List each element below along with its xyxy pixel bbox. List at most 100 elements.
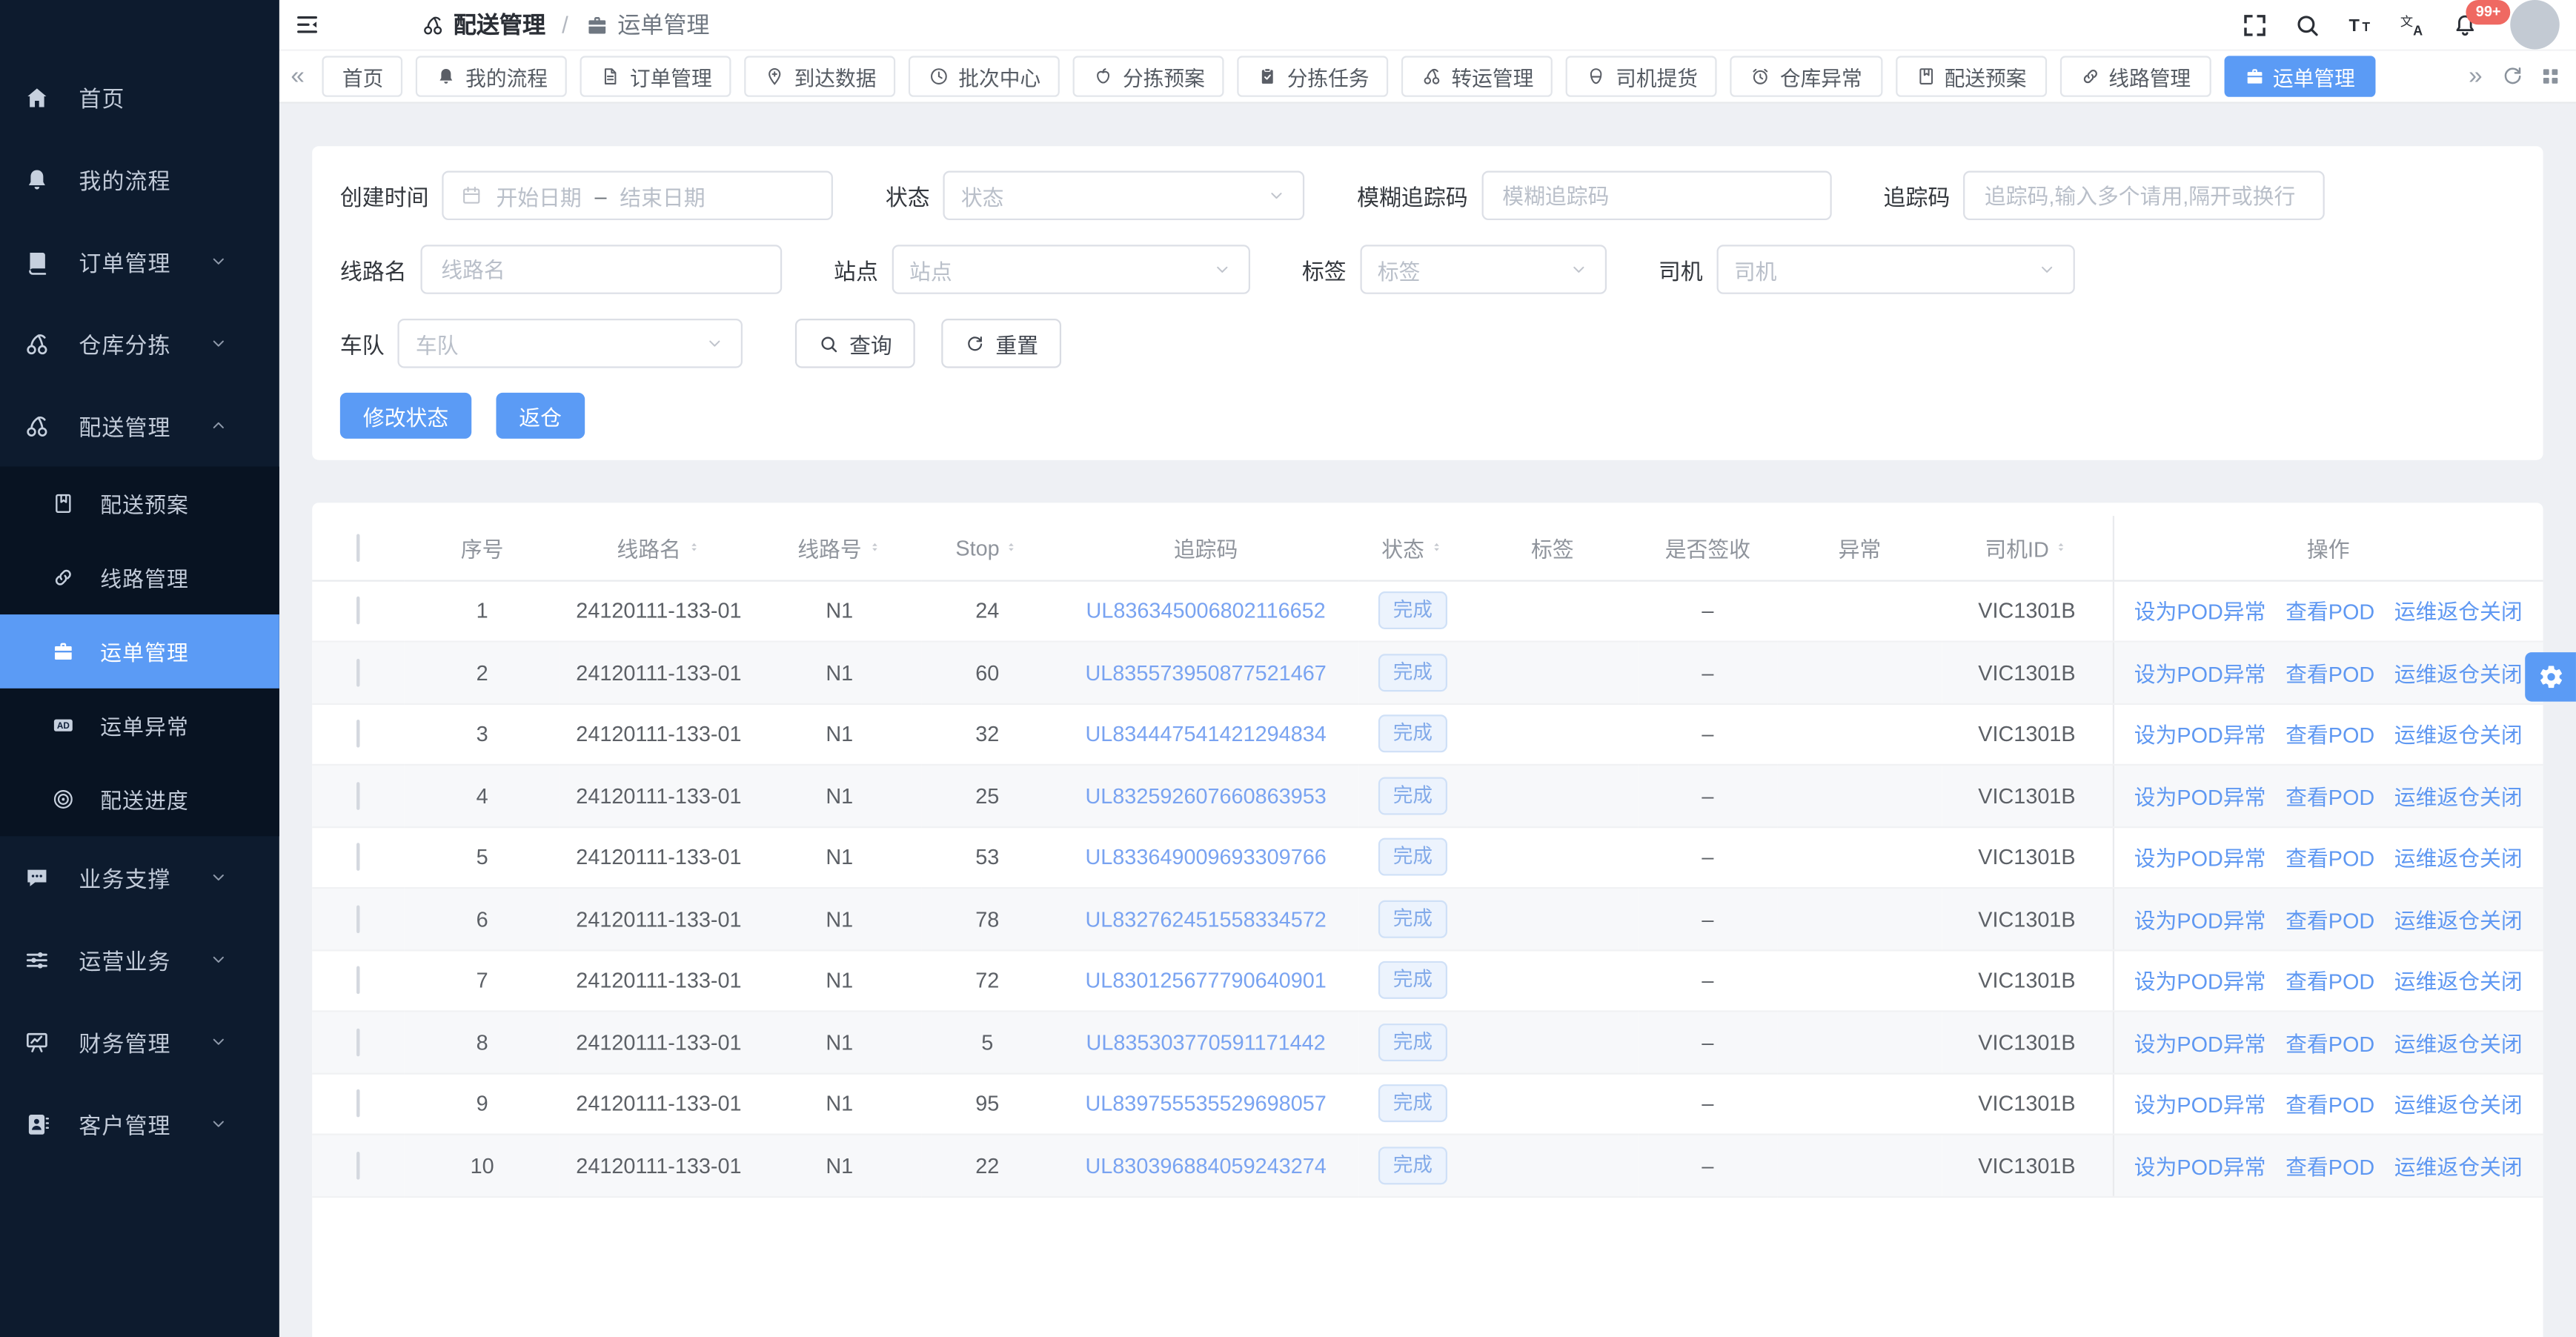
status-select[interactable]: 状态 [943, 171, 1304, 221]
ops-return-close-link[interactable]: 运维返仓关闭 [2394, 785, 2523, 809]
ops-return-close-link[interactable]: 运维返仓关闭 [2394, 846, 2523, 871]
refresh-tabs-icon[interactable] [2500, 64, 2525, 88]
tracking-link[interactable]: UL835573950877521467 [1085, 660, 1326, 685]
set-pod-exception-link[interactable]: 设为POD异常 [2134, 1155, 2266, 1179]
sidebar-item-warehouse-sorting[interactable]: 仓库分拣 [0, 302, 279, 385]
set-pod-exception-link[interactable]: 设为POD异常 [2134, 785, 2266, 809]
view-pod-link[interactable]: 查看POD [2285, 723, 2374, 748]
view-pod-link[interactable]: 查看POD [2285, 600, 2374, 625]
row-checkbox[interactable] [356, 843, 359, 872]
set-pod-exception-link[interactable]: 设为POD异常 [2134, 846, 2266, 871]
set-pod-exception-link[interactable]: 设为POD异常 [2134, 908, 2266, 932]
avatar[interactable] [2510, 0, 2560, 50]
tab-my-flows[interactable]: 我的流程 [416, 56, 568, 96]
tag-select[interactable]: 标签 [1359, 245, 1606, 294]
view-pod-link[interactable]: 查看POD [2285, 908, 2374, 932]
table-settings-button[interactable] [2525, 652, 2576, 702]
tracking-link[interactable]: UL836345006802116652 [1086, 598, 1326, 623]
sidebar-item-business-support[interactable]: 业务支撑 [0, 836, 279, 918]
ops-return-close-link[interactable]: 运维返仓关闭 [2394, 1032, 2523, 1056]
column-header-stop[interactable]: Stop [922, 516, 1053, 580]
view-pod-link[interactable]: 查看POD [2285, 969, 2374, 994]
row-checkbox[interactable] [356, 720, 359, 749]
ops-return-close-link[interactable]: 运维返仓关闭 [2394, 600, 2523, 625]
tracking-link[interactable]: UL830125677790640901 [1085, 968, 1326, 992]
tab-sorting-task[interactable]: 分拣任务 [1238, 56, 1389, 96]
breadcrumb-section[interactable]: 配送管理 [421, 8, 545, 41]
tracking-link[interactable]: UL833649009693309766 [1085, 845, 1326, 869]
sidebar-item-waybill-management[interactable]: 运单管理 [0, 614, 279, 689]
tab-arrival-data[interactable]: 到达数据 [745, 56, 896, 96]
sidebar-item-finance-management[interactable]: 财务管理 [0, 1001, 279, 1083]
reset-button[interactable]: 重置 [941, 319, 1061, 368]
search-button[interactable]: 查询 [795, 319, 915, 368]
tab-batch-center[interactable]: 批次中心 [909, 56, 1060, 96]
view-pod-link[interactable]: 查看POD [2285, 1155, 2374, 1179]
station-select[interactable]: 站点 [892, 245, 1249, 294]
tabs-scroll-right-icon[interactable]: » [2463, 64, 2487, 88]
set-pod-exception-link[interactable]: 设为POD异常 [2134, 1032, 2266, 1056]
view-pod-link[interactable]: 查看POD [2285, 846, 2374, 871]
tracking-input[interactable] [1981, 182, 2306, 210]
row-checkbox[interactable] [356, 966, 359, 995]
row-checkbox[interactable] [356, 905, 359, 933]
sidebar-item-order-management[interactable]: 订单管理 [0, 220, 279, 302]
column-header-route_no[interactable]: 线路号 [757, 516, 922, 580]
return-warehouse-button[interactable]: 返仓 [496, 393, 585, 439]
sidebar-item-home[interactable]: 首页 [0, 56, 279, 138]
set-pod-exception-link[interactable]: 设为POD异常 [2134, 723, 2266, 748]
tab-delivery-plan[interactable]: 配送预案 [1895, 56, 2046, 96]
set-pod-exception-link[interactable]: 设为POD异常 [2134, 969, 2266, 994]
date-range-input[interactable]: 开始日期 – 结束日期 [442, 171, 833, 221]
ops-return-close-link[interactable]: 运维返仓关闭 [2394, 662, 2523, 686]
select-all-checkbox[interactable] [356, 534, 359, 562]
tracking-link[interactable]: UL832592607660863953 [1085, 783, 1326, 808]
translate-icon[interactable]: 文A [2399, 10, 2427, 39]
row-checkbox[interactable] [356, 1089, 359, 1118]
tracking-link[interactable]: UL839755535529698057 [1085, 1092, 1326, 1116]
view-pod-link[interactable]: 查看POD [2285, 1032, 2374, 1056]
sidebar-item-customer-management[interactable]: 客户管理 [0, 1083, 279, 1165]
tab-warehouse-exception[interactable]: 仓库异常 [1730, 56, 1882, 96]
sidebar-item-delivery-plan[interactable]: 配送预案 [0, 467, 279, 541]
set-pod-exception-link[interactable]: 设为POD异常 [2134, 1093, 2266, 1118]
modify-status-button[interactable]: 修改状态 [340, 393, 471, 439]
fuzzy-tracking-input[interactable] [1499, 182, 1813, 210]
tab-order-management[interactable]: 订单管理 [580, 56, 731, 96]
row-checkbox[interactable] [356, 658, 359, 686]
ops-return-close-link[interactable]: 运维返仓关闭 [2394, 1093, 2523, 1118]
driver-select[interactable]: 司机 [1716, 245, 2074, 294]
tab-sorting-plan[interactable]: 分拣预案 [1074, 56, 1225, 96]
sidebar-item-operation-business[interactable]: 运营业务 [0, 918, 279, 1001]
set-pod-exception-link[interactable]: 设为POD异常 [2134, 662, 2266, 686]
tabs-scroll-left-icon[interactable]: « [286, 64, 310, 88]
tab-grid-icon[interactable] [2538, 64, 2563, 88]
fleet-select[interactable]: 车队 [397, 319, 743, 368]
fullscreen-icon[interactable] [2241, 10, 2269, 39]
tracking-link[interactable]: UL835303770591171442 [1086, 1029, 1326, 1054]
set-pod-exception-link[interactable]: 设为POD异常 [2134, 600, 2266, 625]
menu-fold-icon[interactable] [289, 7, 325, 43]
font-size-icon[interactable]: TT [2346, 10, 2374, 39]
sidebar-item-waybill-exception[interactable]: AD运单异常 [0, 689, 279, 763]
tab-home[interactable]: 首页 [322, 56, 403, 96]
tracking-link[interactable]: UL832762451558334572 [1085, 906, 1326, 931]
column-header-driver_id[interactable]: 司机ID [1942, 516, 2113, 580]
ops-return-close-link[interactable]: 运维返仓关闭 [2394, 1155, 2523, 1179]
sidebar-item-delivery-progress[interactable]: 配送进度 [0, 763, 279, 837]
ops-return-close-link[interactable]: 运维返仓关闭 [2394, 723, 2523, 748]
tab-driver-pickup[interactable]: 司机提货 [1567, 56, 1718, 96]
row-checkbox[interactable] [356, 597, 359, 625]
tracking-link[interactable]: UL834447541421294834 [1085, 722, 1326, 746]
column-header-route_name[interactable]: 线路名 [560, 516, 757, 580]
ops-return-close-link[interactable]: 运维返仓关闭 [2394, 908, 2523, 932]
view-pod-link[interactable]: 查看POD [2285, 662, 2374, 686]
route-name-input[interactable] [438, 256, 763, 284]
search-icon[interactable] [2294, 10, 2322, 39]
sidebar-item-my-flows[interactable]: 我的流程 [0, 138, 279, 220]
column-header-checkbox[interactable] [312, 516, 404, 580]
tracking-link[interactable]: UL830396884059243274 [1085, 1153, 1326, 1178]
notifications-bell-icon[interactable]: 99+ [2451, 10, 2479, 39]
row-checkbox[interactable] [356, 1151, 359, 1179]
tab-waybill-management[interactable]: 运单管理 [2224, 56, 2375, 96]
